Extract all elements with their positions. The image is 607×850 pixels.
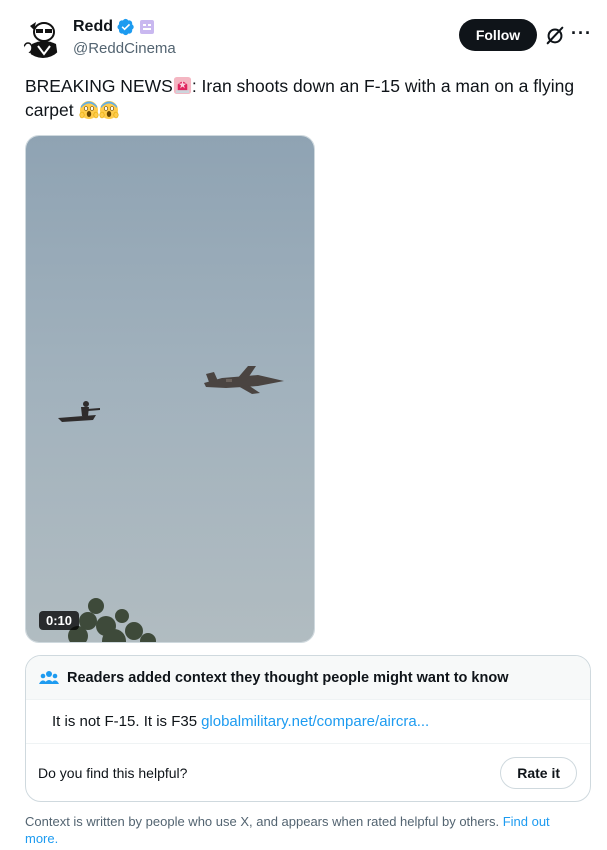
author-handle[interactable]: @ReddCinema <box>73 40 176 57</box>
rate-it-button[interactable]: Rate it <box>500 757 577 789</box>
helpful-question: Do you find this helpful? <box>38 765 188 781</box>
community-note-rating-row: Do you find this helpful? Rate it <box>26 744 590 801</box>
community-note-header: Readers added context they thought peopl… <box>26 656 590 700</box>
author-name[interactable]: Redd <box>73 18 113 36</box>
screaming-face-emoji-icon <box>79 101 99 119</box>
avatar-image <box>22 16 64 58</box>
community-note-body: It is not F-15. It is F35 globalmilitary… <box>26 700 590 744</box>
video-duration-badge: 0:10 <box>39 611 80 630</box>
people-group-icon <box>39 670 59 684</box>
police-siren-emoji-icon <box>173 76 191 95</box>
grok-slash-icon[interactable] <box>544 24 566 46</box>
tweet-text: BREAKING NEWS : Iran shoots down an F-15… <box>25 74 585 122</box>
video-thumbnail <box>26 136 314 642</box>
tweet-text-start: BREAKING NEWS <box>25 76 173 96</box>
community-note-title: Readers added context they thought peopl… <box>67 669 509 686</box>
more-horizontal-icon[interactable]: ··· <box>571 24 591 46</box>
avatar[interactable] <box>22 16 64 58</box>
follow-button[interactable]: Follow <box>459 19 537 51</box>
verified-badge-icon[interactable] <box>117 18 135 36</box>
community-note-text: It is not F-15. It is F35 <box>52 713 198 730</box>
community-note-footer-text: Context is written by people who use X, … <box>25 814 500 829</box>
community-note-footer: Context is written by people who use X, … <box>25 813 585 847</box>
author-name-row: Redd <box>73 18 155 36</box>
video-player[interactable]: 0:10 <box>25 135 315 643</box>
community-note: Readers added context they thought peopl… <box>25 655 591 802</box>
community-note-link[interactable]: globalmilitary.net/compare/aircra... <box>201 713 429 730</box>
screaming-face-emoji-icon <box>99 101 119 119</box>
affiliate-badge-icon[interactable] <box>139 19 155 35</box>
